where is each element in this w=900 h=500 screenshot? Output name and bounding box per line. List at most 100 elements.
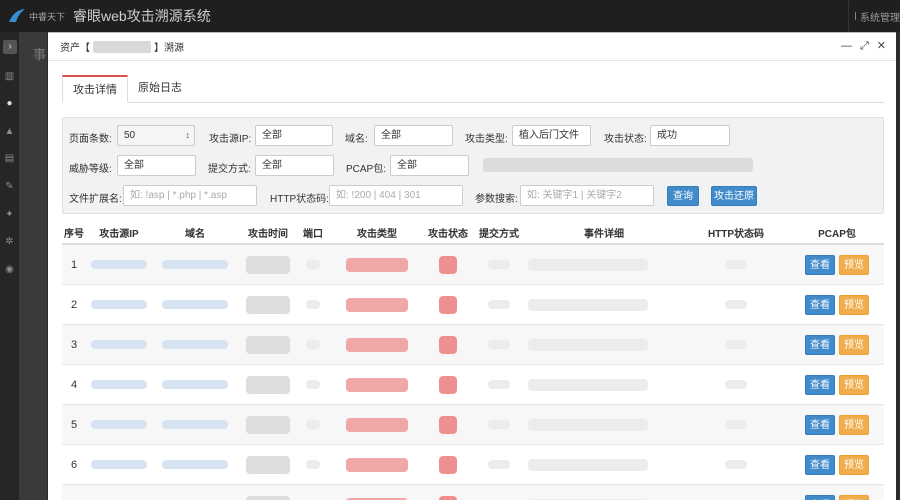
port-cell: [298, 300, 328, 309]
modal-title: 资产【 】溯源: [60, 39, 184, 54]
view-button[interactable]: 查看: [805, 494, 835, 500]
eye-icon[interactable]: ◉: [4, 265, 15, 275]
preview-button[interactable]: 预览: [839, 334, 869, 355]
http-code-input[interactable]: 如: !200 | 404 | 301: [329, 185, 463, 206]
domain-cell[interactable]: [152, 420, 238, 429]
gears-icon[interactable]: ✲: [4, 237, 15, 247]
row-index: 1: [70, 258, 78, 271]
redacted-value: [528, 378, 648, 391]
app-logo: 中睿天下: [8, 8, 65, 24]
attack-restore-button[interactable]: 攻击还原: [711, 186, 757, 206]
src-ip-cell[interactable]: [86, 340, 152, 349]
tab-attack-details[interactable]: 攻击详情: [62, 75, 128, 103]
redacted-value: [306, 300, 320, 309]
domain-label: 域名:: [345, 134, 368, 145]
redacted-value: [306, 460, 320, 469]
time-cell: [238, 255, 298, 274]
redacted-value: [306, 380, 320, 389]
domain-cell[interactable]: [152, 260, 238, 269]
attack-status-cell: [426, 375, 470, 394]
close-icon[interactable]: ✕: [877, 41, 886, 52]
page-size-label: 页面条数:: [69, 134, 112, 145]
domain-cell[interactable]: [152, 340, 238, 349]
pcap-cell: 查看预览: [792, 294, 882, 315]
redacted-value: [488, 300, 510, 309]
tab-raw-log[interactable]: 原始日志: [128, 75, 192, 103]
bell-icon[interactable]: ▲: [4, 127, 15, 137]
redacted-value: [306, 260, 320, 269]
redacted-value: [91, 460, 147, 469]
http-code-cell: [680, 420, 792, 429]
table-row: 4 查看 预览: [62, 365, 884, 405]
redacted-value: [528, 418, 648, 431]
redacted-value: [346, 257, 408, 272]
view-button[interactable]: 查看: [805, 334, 835, 355]
src-ip-cell[interactable]: [86, 420, 152, 429]
redacted-value: [439, 375, 457, 394]
attack-type-input[interactable]: 植入后门文件: [512, 125, 591, 146]
src-ip-input[interactable]: 全部: [255, 125, 333, 146]
view-button[interactable]: 查看: [805, 454, 835, 475]
attack-status-cell: [426, 255, 470, 274]
preview-button[interactable]: 预览: [839, 294, 869, 315]
src-ip-cell[interactable]: [86, 380, 152, 389]
chat-icon[interactable]: ●: [4, 99, 15, 109]
users-icon[interactable]: ✦: [4, 210, 15, 220]
time-cell: [238, 335, 298, 354]
src-ip-cell[interactable]: [86, 460, 152, 469]
domain-input[interactable]: 全部: [374, 125, 453, 146]
chart-icon[interactable]: ▥: [4, 72, 15, 82]
threat-level-input[interactable]: 全部: [117, 155, 196, 176]
redacted-value: [346, 337, 408, 352]
redacted-value: [246, 495, 290, 500]
redacted-value: [91, 340, 147, 349]
query-button[interactable]: 查询: [667, 186, 699, 206]
view-button[interactable]: 查看: [805, 374, 835, 395]
preview-button[interactable]: 预览: [839, 454, 869, 475]
src-ip-cell[interactable]: [86, 260, 152, 269]
domain-cell[interactable]: [152, 300, 238, 309]
pcap-input[interactable]: 全部: [390, 155, 469, 176]
redacted-value: [91, 420, 147, 429]
page-size-select[interactable]: 50: [117, 125, 195, 146]
attack-status-cell: [426, 415, 470, 434]
preview-button[interactable]: 预览: [839, 374, 869, 395]
view-button[interactable]: 查看: [805, 254, 835, 275]
src-ip-cell[interactable]: [86, 300, 152, 309]
param-search-input[interactable]: 如: 关键字1 | 关键字2: [520, 185, 654, 206]
row-index: 6: [70, 458, 78, 471]
table-row: 6 查看 预览: [62, 445, 884, 485]
col-header-submit-method: 提交方式: [479, 229, 519, 240]
admin-menu[interactable]: 系统管理: [848, 0, 900, 32]
preview-button[interactable]: 预览: [839, 254, 869, 275]
minimize-icon[interactable]: —: [841, 41, 852, 52]
view-button[interactable]: 查看: [805, 294, 835, 315]
modal-title-suffix: 】溯源: [154, 43, 184, 54]
preview-button[interactable]: 预览: [839, 494, 869, 500]
time-cell: [238, 375, 298, 394]
filter-panel: 页面条数: 50 攻击源IP: 全部 域名: 全部 攻击类型: 植入后门文件 攻…: [62, 117, 884, 214]
param-search-label: 参数搜索:: [475, 194, 518, 205]
attack-status-input[interactable]: 成功: [650, 125, 730, 146]
table-body: 1查看预览2查看预览3查看预览4查看预览5查看预览6查看预览7查看预览: [62, 245, 884, 500]
col-header-time: 攻击时间: [248, 229, 288, 240]
domain-cell[interactable]: [152, 380, 238, 389]
redacted-value: [162, 460, 228, 469]
wrench-icon[interactable]: ✎: [4, 182, 15, 192]
col-header-index: 序号: [64, 229, 84, 240]
view-button[interactable]: 查看: [805, 414, 835, 435]
submit-method-input[interactable]: 全部: [255, 155, 334, 176]
submit-method-cell: [470, 460, 528, 469]
maximize-icon[interactable]: ⤢: [860, 41, 869, 52]
attack-type-cell: [328, 417, 426, 432]
redacted-value: [306, 340, 320, 349]
pcap-label: PCAP包:: [346, 164, 387, 175]
preview-button[interactable]: 预览: [839, 414, 869, 435]
file-ext-input[interactable]: 如: !asp | *.php | *.asp: [123, 185, 257, 206]
redacted-value: [91, 300, 147, 309]
table-row: 1 查看 预览: [62, 245, 884, 285]
domain-cell[interactable]: [152, 460, 238, 469]
sidebar-toggle-button[interactable]: ›: [3, 40, 17, 54]
trace-modal: 资产【 】溯源 — ⤢ ✕ 攻击详情 原始日志 页面条数: 50 攻击源IP: …: [48, 32, 896, 500]
copy-icon[interactable]: ▤: [4, 154, 15, 164]
